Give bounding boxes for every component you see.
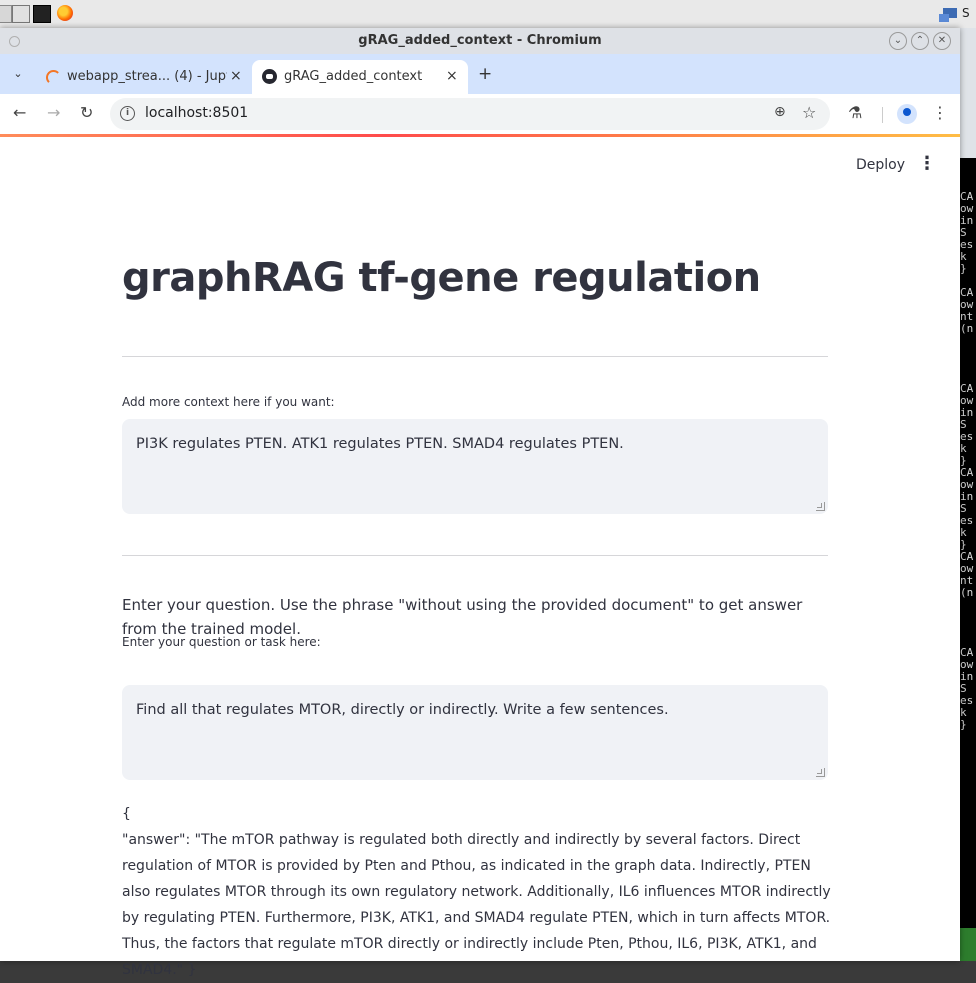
- tab-strip: ⌄ webapp_strea... (4) - Jupy × gRAG_adde…: [0, 54, 960, 94]
- window-title: gRAG_added_context - Chromium: [358, 33, 602, 48]
- answer-text: "answer": "The mTOR pathway is regulated…: [122, 832, 831, 978]
- file-manager-icon[interactable]: [0, 5, 12, 23]
- answer-output: { "answer": "The mTOR pathway is regulat…: [122, 801, 836, 983]
- profile-avatar-icon[interactable]: [897, 104, 917, 124]
- context-textarea[interactable]: PI3K regulates PTEN. ATK1 regulates PTEN…: [122, 419, 828, 514]
- zoom-icon[interactable]: ⊕: [774, 104, 786, 120]
- loading-spinner-icon: [46, 70, 61, 85]
- app-menu-icon[interactable]: ⋮: [918, 153, 936, 174]
- terminal-output: CA ow in S es k } CA ow nt (n CA ow in S…: [960, 190, 974, 731]
- tab-label: gRAG_added_context: [284, 69, 423, 84]
- browser-window: gRAG_added_context - Chromium ⌄ ⌃ ✕ ⌄ we…: [0, 28, 960, 978]
- question-textarea[interactable]: Find all that regulates MTOR, directly o…: [122, 685, 828, 780]
- divider: [122, 356, 828, 357]
- context-value[interactable]: PI3K regulates PTEN. ATK1 regulates PTEN…: [136, 436, 624, 452]
- streamlit-favicon-icon: [262, 69, 277, 84]
- tab-close-icon[interactable]: ×: [446, 68, 458, 84]
- tray-label: S: [962, 6, 970, 20]
- tab-search-chevron-down-icon[interactable]: ⌄: [8, 64, 28, 84]
- tab-grag-added-context[interactable]: gRAG_added_context ×: [252, 60, 468, 94]
- terminal-status-bar: [960, 928, 976, 961]
- close-window-icon[interactable]: ✕: [933, 32, 951, 50]
- reload-icon[interactable]: ↻: [80, 103, 93, 122]
- desktop-top-panel: S: [0, 0, 976, 29]
- terminal-icon[interactable]: [33, 5, 51, 23]
- firefox-icon[interactable]: [57, 5, 73, 21]
- site-info-icon[interactable]: i: [120, 106, 135, 121]
- forward-arrow-icon[interactable]: →: [47, 103, 60, 122]
- maximize-icon[interactable]: ⌃: [911, 32, 929, 50]
- bookmark-star-icon[interactable]: ☆: [802, 103, 816, 122]
- context-label: Add more context here if you want:: [122, 395, 335, 409]
- network-icon[interactable]: [937, 4, 959, 24]
- divider: [122, 555, 828, 556]
- browser-menu-icon[interactable]: ⋮: [932, 103, 948, 122]
- page-title: graphRAG tf-gene regulation: [122, 255, 761, 301]
- deploy-button[interactable]: Deploy: [848, 155, 913, 175]
- tab-close-icon[interactable]: ×: [230, 68, 242, 84]
- terminal-titlebar: [960, 28, 976, 158]
- toolbar-divider: [882, 107, 883, 123]
- browser-toolbar: ← → ↻ i localhost:8501 ⊕ ☆ ⚗ ⋮: [0, 94, 960, 134]
- background-terminal[interactable]: CA ow in S es k } CA ow nt (n CA ow in S…: [960, 28, 976, 961]
- text-editor-icon[interactable]: [12, 5, 30, 23]
- window-titlebar[interactable]: gRAG_added_context - Chromium ⌄ ⌃ ✕: [0, 28, 960, 54]
- instructions-text: Enter your question. Use the phrase "wit…: [122, 596, 803, 638]
- tab-label: webapp_strea... (4) - Jupy: [67, 69, 227, 84]
- streamlit-app: Deploy ⋮ graphRAG tf-gene regulation Add…: [0, 137, 960, 978]
- minimize-icon[interactable]: ⌄: [889, 32, 907, 50]
- back-arrow-icon[interactable]: ←: [13, 103, 26, 122]
- question-value[interactable]: Find all that regulates MTOR, directly o…: [136, 702, 669, 718]
- tab-jupyter[interactable]: webapp_strea... (4) - Jupy ×: [36, 60, 248, 94]
- url-text[interactable]: localhost:8501: [145, 105, 248, 121]
- question-label: Enter your question or task here:: [122, 635, 321, 649]
- new-tab-plus-icon[interactable]: +: [478, 64, 492, 84]
- resize-handle[interactable]: [816, 502, 825, 511]
- labs-flask-icon[interactable]: ⚗: [848, 103, 862, 122]
- resize-handle[interactable]: [816, 768, 825, 777]
- address-bar[interactable]: i localhost:8501 ⊕ ☆: [110, 98, 830, 130]
- answer-open-brace: {: [122, 806, 131, 822]
